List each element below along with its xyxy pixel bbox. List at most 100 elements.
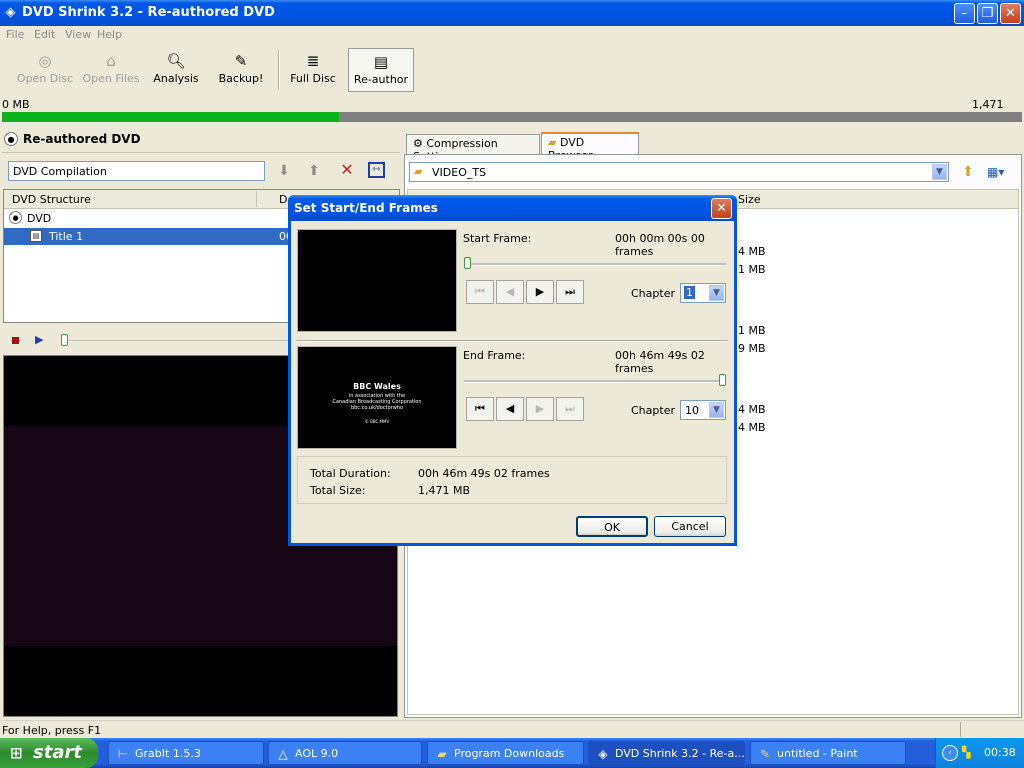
caption-line: bbc.co.uk/doctorwho	[350, 405, 404, 411]
end-frame-slider-track[interactable]	[464, 380, 726, 383]
divider	[2, 152, 400, 153]
structure-column-header[interactable]: DVD Structure	[12, 193, 91, 206]
up-folder-icon[interactable]: ⬆	[959, 164, 977, 180]
document-icon: ▤	[373, 53, 389, 71]
backup-button[interactable]: ✎ Backup!	[214, 48, 268, 92]
minimize-button[interactable]: –	[954, 3, 975, 24]
path-combo[interactable]: ▰ VIDEO_TS ▼	[409, 162, 949, 182]
cancel-button[interactable]: Cancel	[654, 516, 726, 537]
chevron-down-icon[interactable]: ▼	[932, 164, 947, 180]
end-step-back-button[interactable]: ◀	[496, 397, 524, 421]
dialog-close-button[interactable]: ✕	[711, 198, 732, 219]
end-step-forward-button[interactable]: ▶	[526, 397, 554, 421]
start-label: start	[33, 742, 82, 763]
delete-icon[interactable]: ✕	[338, 161, 356, 179]
disc-icon: ●	[9, 211, 22, 224]
task-label: AOL 9.0	[295, 747, 339, 760]
start-rewind-button[interactable]: ⏮	[466, 280, 494, 304]
end-chapter-label: Chapter	[631, 404, 675, 417]
tab-compression-settings[interactable]: ⚙ Compression Settings	[406, 134, 540, 163]
size-column-header[interactable]: Size	[738, 193, 761, 206]
ok-button[interactable]: OK	[576, 516, 648, 537]
start-fast-forward-button[interactable]: ⏭	[556, 280, 584, 304]
start-frame-slider-track[interactable]	[464, 263, 726, 266]
status-divider	[960, 722, 961, 737]
move-down-icon[interactable]: ⬇	[276, 163, 292, 179]
re-author-label: Re-author	[353, 73, 409, 86]
restore-button[interactable]: ❐	[977, 3, 998, 24]
menu-edit[interactable]: Edit	[34, 28, 55, 41]
open-files-button[interactable]: ⌂ Open Files	[80, 48, 142, 92]
full-disc-button[interactable]: ≣ Full Disc	[286, 48, 340, 92]
panel-title: Re-authored DVD	[23, 132, 141, 146]
preview-caption: BBC Wales in association with the Canadi…	[298, 383, 456, 425]
task-label: Program Downloads	[454, 747, 565, 760]
dialog-title-bar[interactable]: Set Start/End Frames ✕	[288, 195, 737, 221]
start-step-forward-button[interactable]: ▶	[526, 280, 554, 304]
folder-icon: ▰	[437, 747, 447, 761]
chevron-down-icon[interactable]: ▼	[709, 402, 724, 418]
task-label: DVD Shrink 3.2 - Re-a...	[615, 747, 745, 760]
open-disc-button[interactable]: ◎ Open Disc	[14, 48, 76, 92]
start-frame-slider-thumb[interactable]	[464, 257, 471, 269]
file-size: 1 MB	[738, 263, 766, 276]
chevron-left-icon[interactable]: ‹	[942, 745, 958, 761]
preview-slider-thumb[interactable]	[61, 334, 68, 346]
close-button[interactable]: ✕	[1000, 3, 1021, 24]
backup-label: Backup!	[218, 72, 264, 85]
column-divider	[256, 191, 257, 207]
system-tray: ‹ ▚ 00:38	[935, 738, 1024, 768]
file-size: 9 MB	[738, 342, 766, 355]
end-fast-forward-button[interactable]: ⏭	[556, 397, 584, 421]
set-frames-dialog: Set Start/End Frames ✕ Start Frame: 00h …	[288, 195, 737, 546]
end-chapter-select[interactable]: 10 ▼	[680, 400, 726, 420]
task-dvd-shrink[interactable]: ◈ DVD Shrink 3.2 - Re-a...	[588, 741, 745, 765]
dialog-title: Set Start/End Frames	[294, 201, 438, 215]
size-progress-bar	[2, 112, 1022, 122]
start-step-back-button[interactable]: ◀	[496, 280, 524, 304]
play-icon[interactable]: ▶	[35, 333, 43, 346]
start-frame-value: 00h 00m 00s 00 frames	[615, 232, 705, 258]
tab-dvd-browser[interactable]: ▰ DVD Browser	[541, 132, 639, 162]
toolbar-separator	[278, 50, 280, 90]
disc-icon: ◎	[38, 52, 52, 70]
move-up-icon[interactable]: ⬆	[306, 163, 322, 179]
task-grabit[interactable]: ⊢ GrabIt 1.5.3	[108, 741, 264, 765]
compilation-name-input[interactable]: DVD Compilation	[8, 161, 265, 181]
clock[interactable]: 00:38	[984, 746, 1016, 759]
split-icon[interactable]: ⇿	[368, 162, 385, 178]
end-frame-value: 00h 46m 49s 02 frames	[615, 349, 705, 375]
menu-file[interactable]: File	[6, 28, 24, 41]
totals-group: Total Duration: 00h 46m 49s 02 frames To…	[297, 456, 727, 504]
start-button[interactable]: ⊞ start	[0, 738, 98, 768]
analysis-label: Analysis	[153, 72, 199, 85]
title-bar[interactable]: ◈ DVD Shrink 3.2 - Re-authored DVD – ❐ ✕	[0, 0, 1024, 26]
menu-view[interactable]: View	[65, 28, 91, 41]
tray-app-icon[interactable]: ▚	[962, 746, 976, 760]
start-chapter-select[interactable]: 1 ▼	[680, 283, 726, 303]
caption-copyright: © BBC MMV	[364, 419, 390, 424]
paint-icon: ✎	[759, 747, 771, 761]
re-author-button[interactable]: ▤ Re-author	[348, 48, 414, 92]
dvd-shrink-icon: ◈	[598, 747, 608, 761]
title-icon: ▤	[30, 230, 42, 242]
task-program-downloads[interactable]: ▰ Program Downloads	[427, 741, 584, 765]
stop-icon[interactable]	[12, 337, 19, 344]
end-rewind-button[interactable]: ⏮	[466, 397, 494, 421]
chevron-down-icon[interactable]: ▼	[709, 285, 724, 301]
task-label: untitled - Paint	[777, 747, 858, 760]
start-chapter-value: 1	[684, 286, 695, 299]
magnifier-icon: 🔍︎	[166, 52, 186, 70]
view-menu-icon[interactable]: ▦▾	[987, 164, 1015, 180]
total-size-value: 1,471 MB	[418, 484, 471, 497]
menu-bar: File Edit View Help	[0, 26, 1024, 44]
taskbar: ⊞ start ⊢ GrabIt 1.5.3 △ AOL 9.0 ▰ Progr…	[0, 738, 1024, 768]
second-column-header[interactable]: D	[279, 193, 287, 206]
end-frame-slider-thumb[interactable]	[719, 374, 726, 386]
task-paint[interactable]: ✎ untitled - Paint	[750, 741, 906, 765]
end-frame-label: End Frame:	[463, 349, 526, 362]
analysis-button[interactable]: 🔍︎ Analysis	[150, 48, 202, 92]
task-aol[interactable]: △ AOL 9.0	[268, 741, 422, 765]
menu-help[interactable]: Help	[97, 28, 122, 41]
aol-icon: △	[278, 747, 288, 761]
